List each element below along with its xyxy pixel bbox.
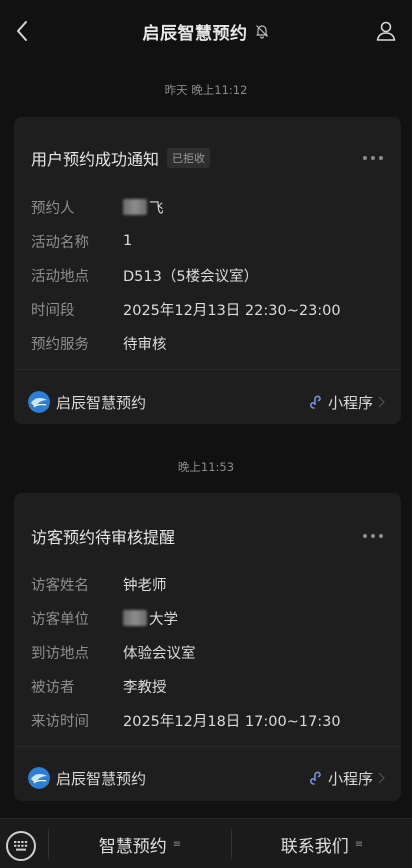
keyboard-toggle-button[interactable] — [6, 831, 36, 861]
detail-row: 预约服务 待审核 — [31, 333, 387, 353]
mini-program-icon — [310, 771, 321, 785]
row-value: 待审核 — [123, 336, 167, 353]
profile-button[interactable] — [372, 16, 400, 46]
row-label: 访客单位 — [31, 611, 89, 628]
menu-list-icon: ≡ — [354, 838, 364, 850]
message-timestamp: 晚上11:53 — [177, 460, 235, 474]
card-divider — [14, 369, 401, 370]
row-value-text: 飞 — [149, 200, 164, 217]
status-badge: 已拒收 — [167, 148, 211, 168]
row-label: 来访时间 — [31, 713, 89, 730]
row-value: 飞 — [123, 197, 164, 218]
menu-item-contact-us[interactable]: 联系我们 ≡ — [232, 819, 412, 868]
row-label: 时间段 — [31, 302, 75, 319]
menu-list-icon: ≡ — [172, 838, 182, 850]
redacted-mark — [123, 610, 147, 626]
bottom-menu-bar: 智慧预约 ≡ 联系我们 ≡ — [0, 818, 412, 868]
card-header: 访客预约待审核提醒 — [31, 524, 387, 548]
row-label: 被访者 — [31, 679, 75, 696]
card-header: 用户预约成功通知 已拒收 — [31, 146, 387, 170]
message-timestamp: 昨天 晚上11:12 — [164, 83, 248, 97]
detail-row: 来访时间 2025年12月18日 17:00~17:30 — [31, 710, 387, 730]
notification-card[interactable]: 用户预约成功通知 已拒收 预约人 飞 活动名称 1 活动地点 D513（5楼会议… — [14, 117, 401, 424]
detail-row: 访客单位 大学 — [31, 608, 387, 628]
row-value: 钟老师 — [123, 577, 167, 594]
mini-program-label: 小程序 — [327, 393, 373, 412]
menu-item-smart-booking[interactable]: 智慧预约 ≡ — [49, 819, 231, 868]
detail-row: 预约人 飞 — [31, 197, 387, 217]
card-footer[interactable]: 启辰智慧预约 小程序 — [28, 765, 387, 791]
mini-program-icon — [310, 395, 321, 409]
more-options-button[interactable] — [363, 534, 383, 538]
more-options-button[interactable] — [363, 156, 383, 160]
person-icon — [376, 21, 396, 41]
app-logo-icon — [28, 391, 50, 413]
row-label: 访客姓名 — [31, 577, 89, 594]
row-label: 预约人 — [31, 200, 75, 217]
detail-row: 到访地点 体验会议室 — [31, 642, 387, 662]
row-value: 李教授 — [123, 679, 167, 696]
redacted-mark — [123, 199, 147, 215]
detail-row: 活动名称 1 — [31, 231, 387, 251]
app-logo-icon — [28, 767, 50, 789]
row-value: 体验会议室 — [123, 645, 196, 662]
detail-row: 被访者 李教授 — [31, 676, 387, 696]
row-value: 2025年12月18日 17:00~17:30 — [123, 713, 341, 730]
page-title: 启辰智慧预约 — [142, 23, 248, 44]
row-value: 大学 — [123, 608, 178, 629]
row-value: 1 — [123, 233, 133, 249]
detail-row: 活动地点 D513（5楼会议室） — [31, 265, 387, 285]
row-value: 2025年12月13日 22:30~23:00 — [123, 302, 341, 319]
detail-row: 访客姓名 钟老师 — [31, 574, 387, 594]
bell-muted-icon — [254, 23, 270, 39]
card-divider — [14, 746, 401, 747]
menu-item-label: 联系我们 — [280, 836, 349, 857]
notification-card[interactable]: 访客预约待审核提醒 访客姓名 钟老师 访客单位 大学 到访地点 体验会议室 被访… — [14, 493, 401, 801]
keyboard-icon — [14, 841, 28, 851]
mini-program-link[interactable]: 小程序 — [308, 389, 387, 415]
chevron-right-icon — [377, 771, 387, 785]
mini-program-label: 小程序 — [327, 769, 373, 788]
mini-program-link[interactable]: 小程序 — [308, 765, 387, 791]
card-title: 访客预约待审核提醒 — [31, 528, 176, 547]
row-label: 活动名称 — [31, 234, 89, 251]
row-value: D513（5楼会议室） — [123, 268, 259, 285]
app-name: 启辰智慧预约 — [56, 393, 147, 412]
title-wrap: 启辰智慧预约 — [0, 0, 412, 62]
row-label: 预约服务 — [31, 336, 89, 353]
row-label: 活动地点 — [31, 268, 89, 285]
row-value-text: 大学 — [149, 611, 178, 628]
row-label: 到访地点 — [31, 645, 89, 662]
app-name: 启辰智慧预约 — [56, 769, 147, 788]
chevron-right-icon — [377, 395, 387, 409]
top-nav-bar: 启辰智慧预约 — [0, 0, 412, 62]
menu-item-label: 智慧预约 — [98, 836, 167, 857]
card-footer[interactable]: 启辰智慧预约 小程序 — [28, 389, 387, 415]
detail-row: 时间段 2025年12月13日 22:30~23:00 — [31, 299, 387, 319]
card-title: 用户预约成功通知 — [31, 150, 160, 169]
